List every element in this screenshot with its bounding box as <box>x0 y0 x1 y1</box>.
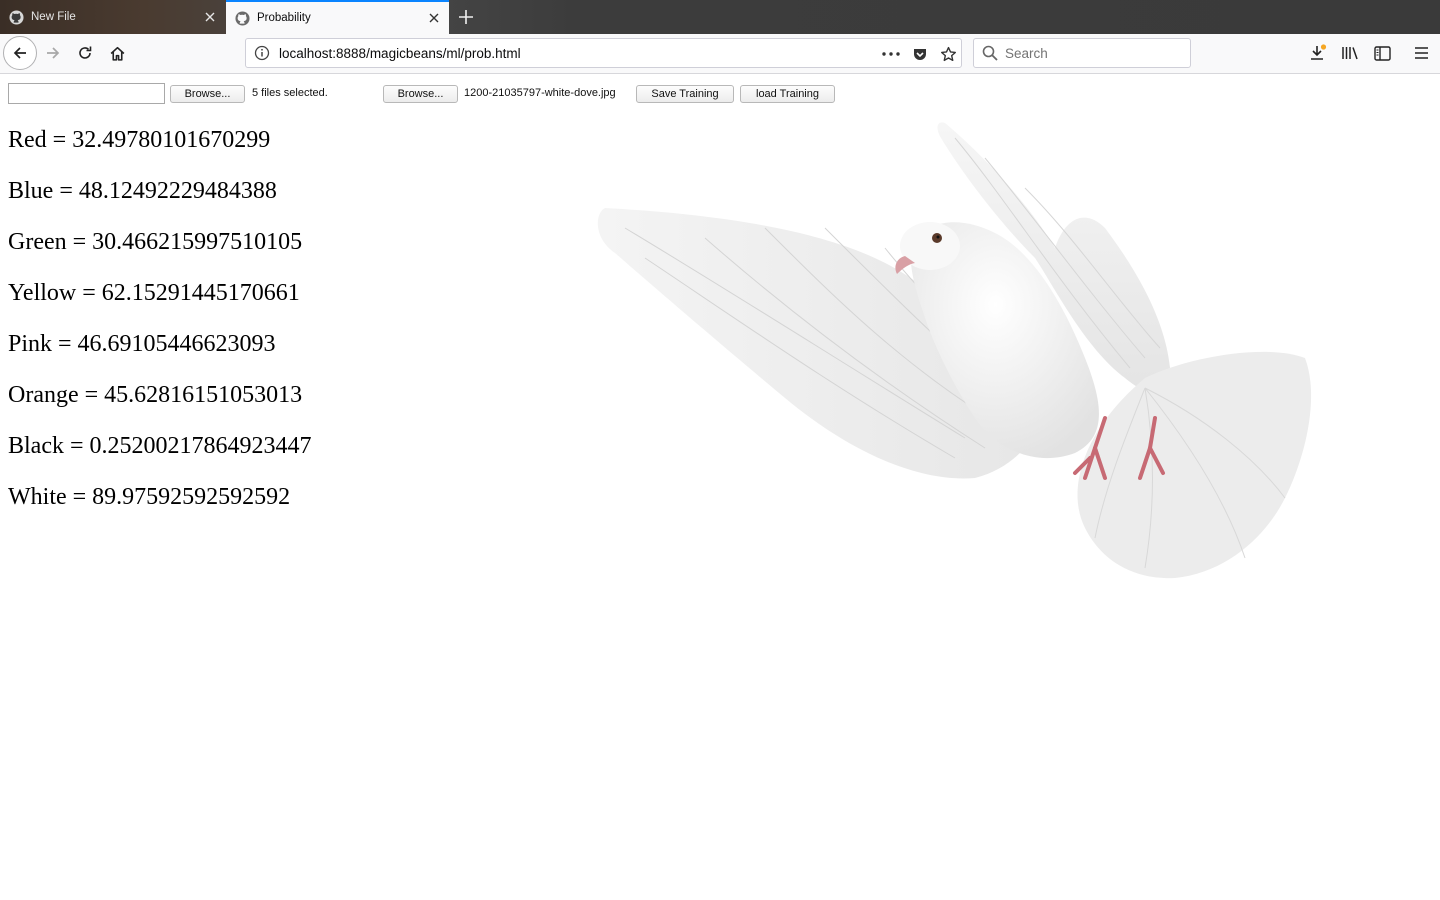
reload-icon <box>79 46 92 59</box>
download-icon <box>1311 44 1327 60</box>
search-icon <box>982 45 998 66</box>
info-icon[interactable] <box>254 45 270 61</box>
probability-results: Red = 32.49780101670299 Blue = 48.124922… <box>8 121 312 529</box>
new-tab-button[interactable] <box>452 4 480 30</box>
result-pink: Pink = 46.69105446623093 <box>8 331 276 357</box>
tab-strip: New File Probability <box>0 0 1440 34</box>
result-red: Red = 32.49780101670299 <box>8 127 271 153</box>
result-orange: Orange = 45.62816151053013 <box>8 382 303 408</box>
home-button[interactable] <box>106 42 128 64</box>
back-button[interactable] <box>3 36 37 70</box>
downloads-button[interactable] <box>1307 42 1329 64</box>
tab-probability[interactable]: Probability <box>226 0 449 34</box>
hamburger-menu-icon <box>1414 47 1428 59</box>
browse-button-training[interactable]: Browse... <box>170 85 245 103</box>
load-training-button[interactable]: load Training <box>740 85 835 103</box>
library-button[interactable] <box>1339 42 1361 64</box>
text-input[interactable] <box>8 83 165 104</box>
github-icon <box>8 9 24 25</box>
tab-title: Probability <box>257 12 311 24</box>
files-selected-text: 5 files selected. <box>252 87 328 99</box>
back-arrow-icon <box>13 47 26 59</box>
url-bar[interactable]: localhost:8888/magicbeans/ml/prob.html <box>245 38 962 68</box>
save-training-button[interactable]: Save Training <box>636 85 734 103</box>
forward-arrow-icon <box>47 47 60 59</box>
close-tab-icon[interactable] <box>424 8 444 28</box>
result-yellow: Yellow = 62.15291445170661 <box>8 280 300 306</box>
close-tab-icon[interactable] <box>200 7 220 27</box>
github-icon <box>234 10 250 26</box>
url-text[interactable]: localhost:8888/magicbeans/ml/prob.html <box>279 46 521 61</box>
result-white: White = 89.97592592592592 <box>8 484 291 510</box>
search-bar[interactable] <box>973 38 1191 68</box>
page-actions-icon[interactable] <box>880 43 902 65</box>
sidebar-button[interactable] <box>1371 42 1393 64</box>
library-icon <box>1342 47 1358 60</box>
selected-filename: 1200-21035797-white-dove.jpg <box>464 87 616 99</box>
plus-icon <box>459 10 473 24</box>
result-blue: Blue = 48.12492229484388 <box>8 178 277 204</box>
tab-new-file[interactable]: New File <box>0 0 225 34</box>
result-black: Black = 0.25200217864923447 <box>8 433 312 459</box>
pocket-icon[interactable] <box>909 43 931 65</box>
reload-button[interactable] <box>74 42 96 64</box>
bookmark-star-icon[interactable] <box>937 43 959 65</box>
tab-title: New File <box>31 11 76 23</box>
result-green: Green = 30.466215997510105 <box>8 229 303 255</box>
dove-image <box>597 122 1312 579</box>
sidebar-icon <box>1373 45 1391 61</box>
navigation-toolbar: localhost:8888/magicbeans/ml/prob.html <box>0 34 1440 74</box>
forward-button[interactable] <box>42 42 64 64</box>
home-icon <box>110 46 124 61</box>
menu-button[interactable] <box>1410 42 1432 64</box>
browse-button-image[interactable]: Browse... <box>383 85 458 103</box>
search-input[interactable] <box>1005 42 1185 64</box>
